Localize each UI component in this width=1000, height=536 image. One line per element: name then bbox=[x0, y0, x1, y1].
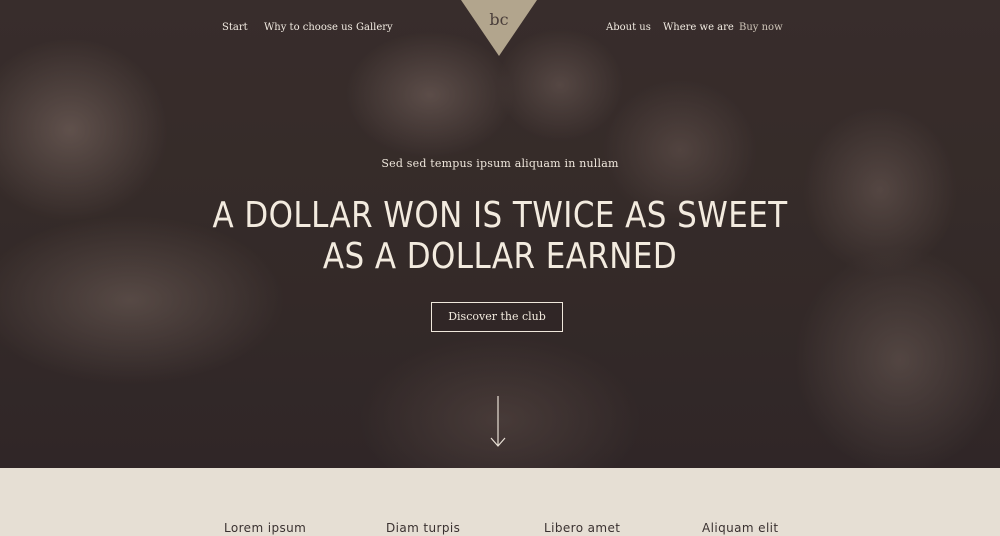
hero-headline-line-1: A DOLLAR WON IS TWICE AS SWEET bbox=[212, 195, 788, 236]
logo-triangle-icon: bc bbox=[461, 0, 537, 56]
discover-club-button[interactable]: Discover the club bbox=[431, 302, 563, 332]
feature-title-3: Libero amet bbox=[544, 521, 621, 535]
nav-link-why-choose-us[interactable]: Why to choose us bbox=[264, 22, 353, 33]
feature-title-2: Diam turpis bbox=[386, 521, 461, 535]
hero-headline: A DOLLAR WON IS TWICE AS SWEET AS A DOLL… bbox=[70, 195, 930, 277]
nav-link-gallery[interactable]: Gallery bbox=[356, 22, 393, 33]
nav-link-where-we-are[interactable]: Where we are bbox=[663, 22, 734, 33]
site-logo[interactable]: bc bbox=[461, 0, 537, 56]
features-section: Lorem ipsum Diam turpis Libero amet Aliq… bbox=[0, 468, 1000, 536]
feature-title-4: Aliquam elit bbox=[702, 521, 779, 535]
arrow-down-icon[interactable] bbox=[489, 396, 507, 448]
nav-link-start[interactable]: Start bbox=[222, 22, 248, 33]
main-nav: Start Why to choose us Gallery bc About … bbox=[0, 0, 1000, 56]
hero-section: Start Why to choose us Gallery bc About … bbox=[0, 0, 1000, 468]
feature-title-1: Lorem ipsum bbox=[224, 521, 307, 535]
logo-text: bc bbox=[489, 10, 508, 29]
nav-link-about-us[interactable]: About us bbox=[606, 22, 651, 33]
hero-tagline: Sed sed tempus ipsum aliquam in nullam bbox=[381, 157, 619, 170]
nav-link-buy-now[interactable]: Buy now bbox=[739, 22, 783, 33]
hero-headline-line-2: AS A DOLLAR EARNED bbox=[322, 236, 678, 277]
